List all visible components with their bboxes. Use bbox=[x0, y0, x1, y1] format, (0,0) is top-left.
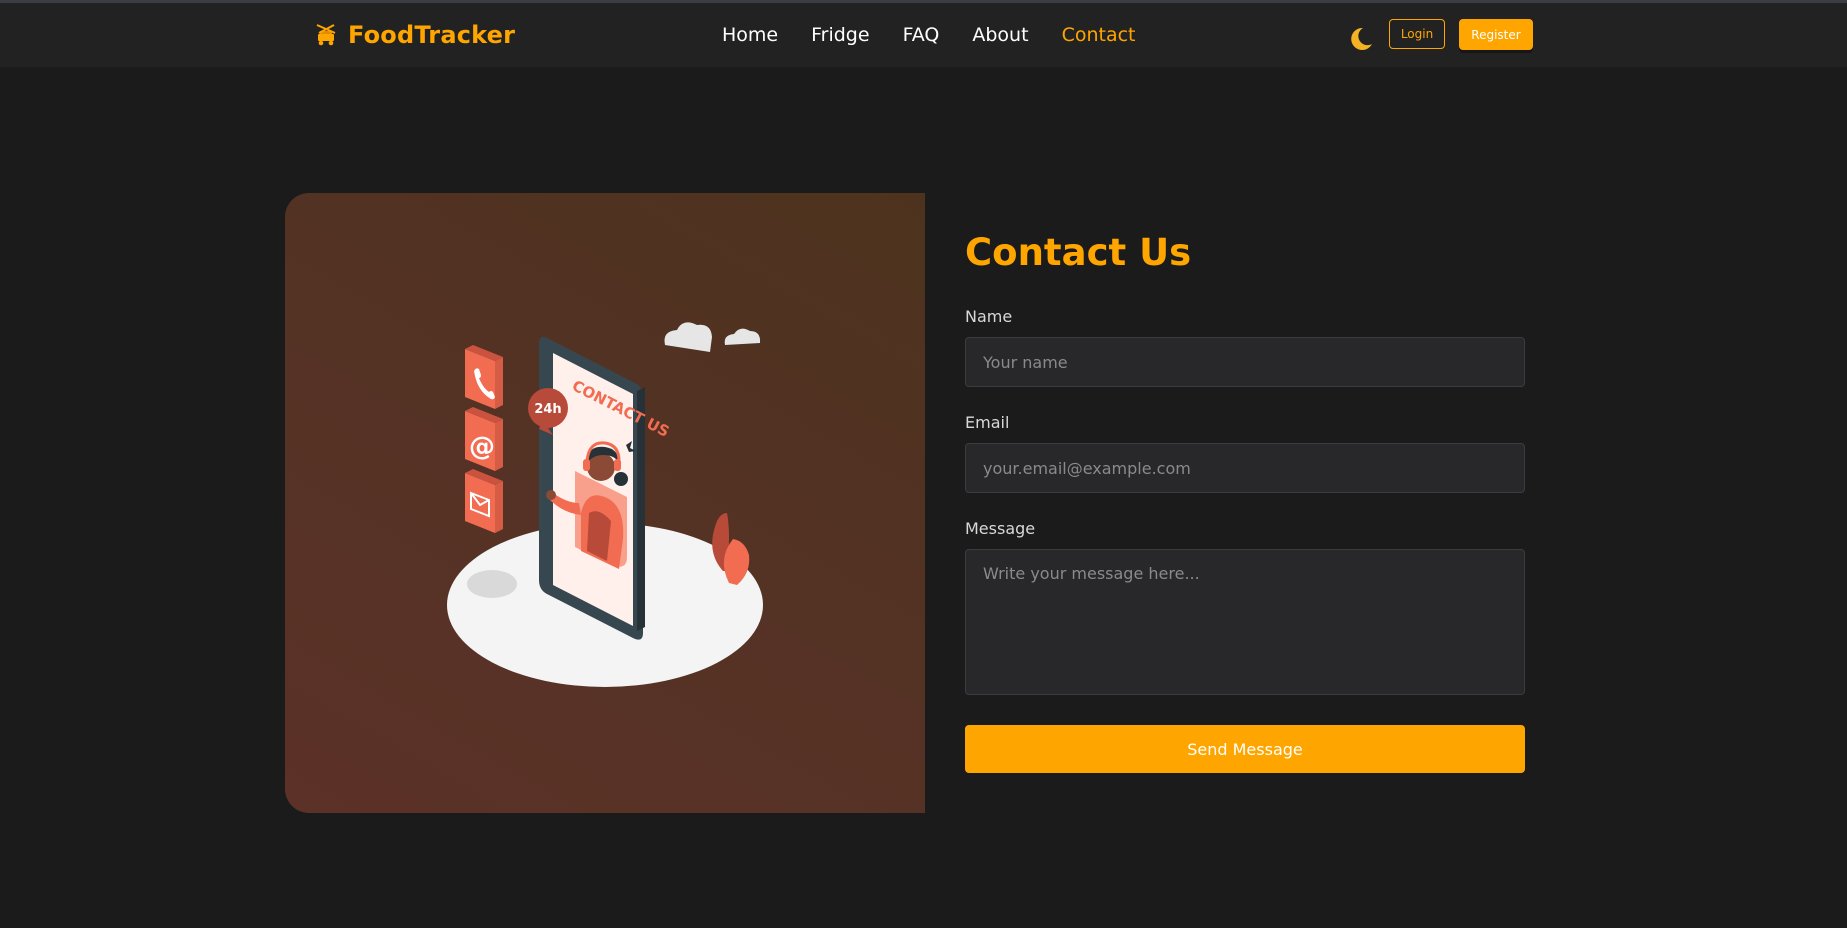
send-message-button[interactable]: Send Message bbox=[965, 725, 1525, 773]
email-input[interactable] bbox=[965, 443, 1525, 493]
food-cart-icon bbox=[316, 24, 336, 46]
register-button[interactable]: Register bbox=[1459, 19, 1533, 50]
message-textarea[interactable] bbox=[965, 549, 1525, 695]
badge-text: 24h bbox=[534, 402, 561, 417]
contact-illustration: @ CONTACT US 24h bbox=[447, 322, 763, 687]
brand-logo[interactable]: FoodTracker bbox=[314, 20, 515, 50]
name-label: Name bbox=[965, 307, 1013, 326]
nav-item-fridge[interactable]: Fridge bbox=[811, 23, 869, 47]
moon-icon[interactable] bbox=[1346, 25, 1374, 53]
phone-icon bbox=[465, 345, 503, 409]
page-title: Contact Us bbox=[965, 231, 1192, 274]
svg-text:@: @ bbox=[469, 432, 495, 462]
name-input[interactable] bbox=[965, 337, 1525, 387]
at-sign-icon: @ bbox=[465, 407, 503, 471]
nav-item-contact[interactable]: Contact bbox=[1062, 23, 1136, 47]
message-label: Message bbox=[965, 519, 1036, 538]
cloud-icon bbox=[664, 322, 761, 352]
brand-name: FoodTracker bbox=[348, 21, 516, 49]
nav-item-about[interactable]: About bbox=[972, 23, 1028, 47]
nav-item-faq[interactable]: FAQ bbox=[903, 23, 940, 47]
nav-item-home[interactable]: Home bbox=[722, 23, 778, 47]
envelope-icon bbox=[465, 469, 503, 533]
main-nav: Home Fridge FAQ About Contact bbox=[722, 23, 1135, 47]
contact-illustration-panel: @ CONTACT US 24h bbox=[285, 193, 925, 813]
login-button[interactable]: Login bbox=[1389, 19, 1445, 49]
email-label: Email bbox=[965, 413, 1010, 432]
site-header: FoodTracker Home Fridge FAQ About Contac… bbox=[0, 3, 1847, 67]
